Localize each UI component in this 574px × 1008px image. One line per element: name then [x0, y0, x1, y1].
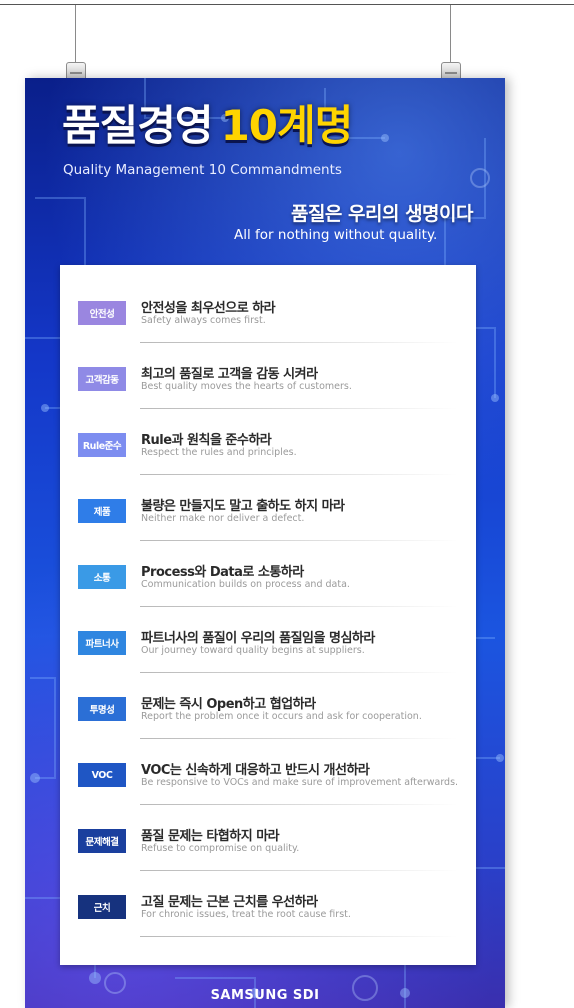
commandment-badge: 파트너사 [78, 631, 126, 655]
commandment-english: For chronic issues, treat the root cause… [141, 909, 351, 920]
commandment-item: 파트너사 파트너사의 품질이 우리의 품질임을 명심하라 Our journey… [78, 627, 458, 673]
commandment-english: Report the problem once it occurs and as… [141, 711, 422, 722]
quality-poster: 품질경영 10계명 Quality Management 10 Commandme… [25, 78, 505, 1008]
commandment-korean: 품질 문제는 타협하지 마라 [141, 829, 280, 844]
commandment-english: Best quality moves the hearts of custome… [141, 381, 352, 392]
title-highlight: 10계명 [220, 101, 354, 150]
commandment-item: 근치 고질 문제는 근본 근치를 우선하라 For chronic issues… [78, 891, 458, 937]
company-logo-text: SAMSUNG SDI [210, 988, 320, 1003]
hanging-wire-right [450, 5, 451, 67]
commandment-badge: 안전성 [78, 301, 126, 325]
commandment-english: Respect the rules and principles. [141, 447, 297, 458]
commandment-korean: 최고의 품질로 고객을 감동 시켜라 [141, 367, 318, 382]
commandment-badge: 제품 [78, 499, 126, 523]
commandment-english: Communication builds on process and data… [141, 579, 350, 590]
commandment-english: Neither make nor deliver a defect. [141, 513, 305, 524]
title-main: 품질경영 [62, 101, 214, 150]
poster-subtitle: Quality Management 10 Commandments [63, 162, 342, 178]
commandment-english: Safety always comes first. [141, 315, 266, 326]
commandment-badge: Rule준수 [78, 433, 126, 457]
commandment-korean: Rule과 원칙을 준수하라 [141, 433, 272, 448]
commandment-item: VOC VOC는 신속하게 대응하고 반드시 개선하라 Be responsiv… [78, 759, 458, 805]
commandment-badge: 고객감동 [78, 367, 126, 391]
commandment-item: 소통 Process와 Data로 소통하라 Communication bui… [78, 561, 458, 607]
commandment-badge: 투명성 [78, 697, 126, 721]
commandment-english: Be responsive to VOCs and make sure of i… [141, 777, 459, 788]
commandment-item: 투명성 문제는 즉시 Open하고 협업하라 Report the proble… [78, 693, 458, 739]
commandment-item: 제품 불량은 만들지도 말고 출하도 하지 마라 Neither make no… [78, 495, 458, 541]
commandment-item: 고객감동 최고의 품질로 고객을 감동 시켜라 Best quality mov… [78, 363, 458, 409]
commandment-badge: 근치 [78, 895, 126, 919]
commandment-korean: 불량은 만들지도 말고 출하도 하지 마라 [141, 499, 345, 514]
commandment-korean: 안전성을 최우선으로 하라 [141, 301, 276, 316]
commandment-english: Refuse to compromise on quality. [141, 843, 300, 854]
commandment-item: 안전성 안전성을 최우선으로 하라 Safety always comes fi… [78, 297, 458, 343]
commandment-korean: 문제는 즉시 Open하고 협업하라 [141, 697, 316, 712]
commandment-item: Rule준수 Rule과 원칙을 준수하라 Respect the rules … [78, 429, 458, 475]
commandment-english: Our journey toward quality begins at sup… [141, 645, 365, 656]
commandment-badge: 소통 [78, 565, 126, 589]
hanging-wire-left [75, 5, 76, 67]
commandment-korean: Process와 Data로 소통하라 [141, 565, 304, 580]
commandment-korean: 고질 문제는 근본 근치를 우선하라 [141, 895, 318, 910]
slogan-heading: 품질은 우리의 생명이다 [290, 203, 474, 225]
commandment-badge: VOC [78, 763, 126, 787]
slogan-english: All for nothing without quality. [234, 227, 438, 243]
commandment-item: 문제해결 품질 문제는 타협하지 마라 Refuse to compromise… [78, 825, 458, 871]
top-divider-line [0, 4, 574, 5]
commandment-badge: 문제해결 [78, 829, 126, 853]
commandments-panel: 안전성 안전성을 최우선으로 하라 Safety always comes fi… [60, 265, 476, 965]
commandment-korean: VOC는 신속하게 대응하고 반드시 개선하라 [141, 763, 370, 778]
commandment-korean: 파트너사의 품질이 우리의 품질임을 명심하라 [141, 631, 375, 646]
poster-title: 품질경영 10계명 [62, 100, 354, 152]
